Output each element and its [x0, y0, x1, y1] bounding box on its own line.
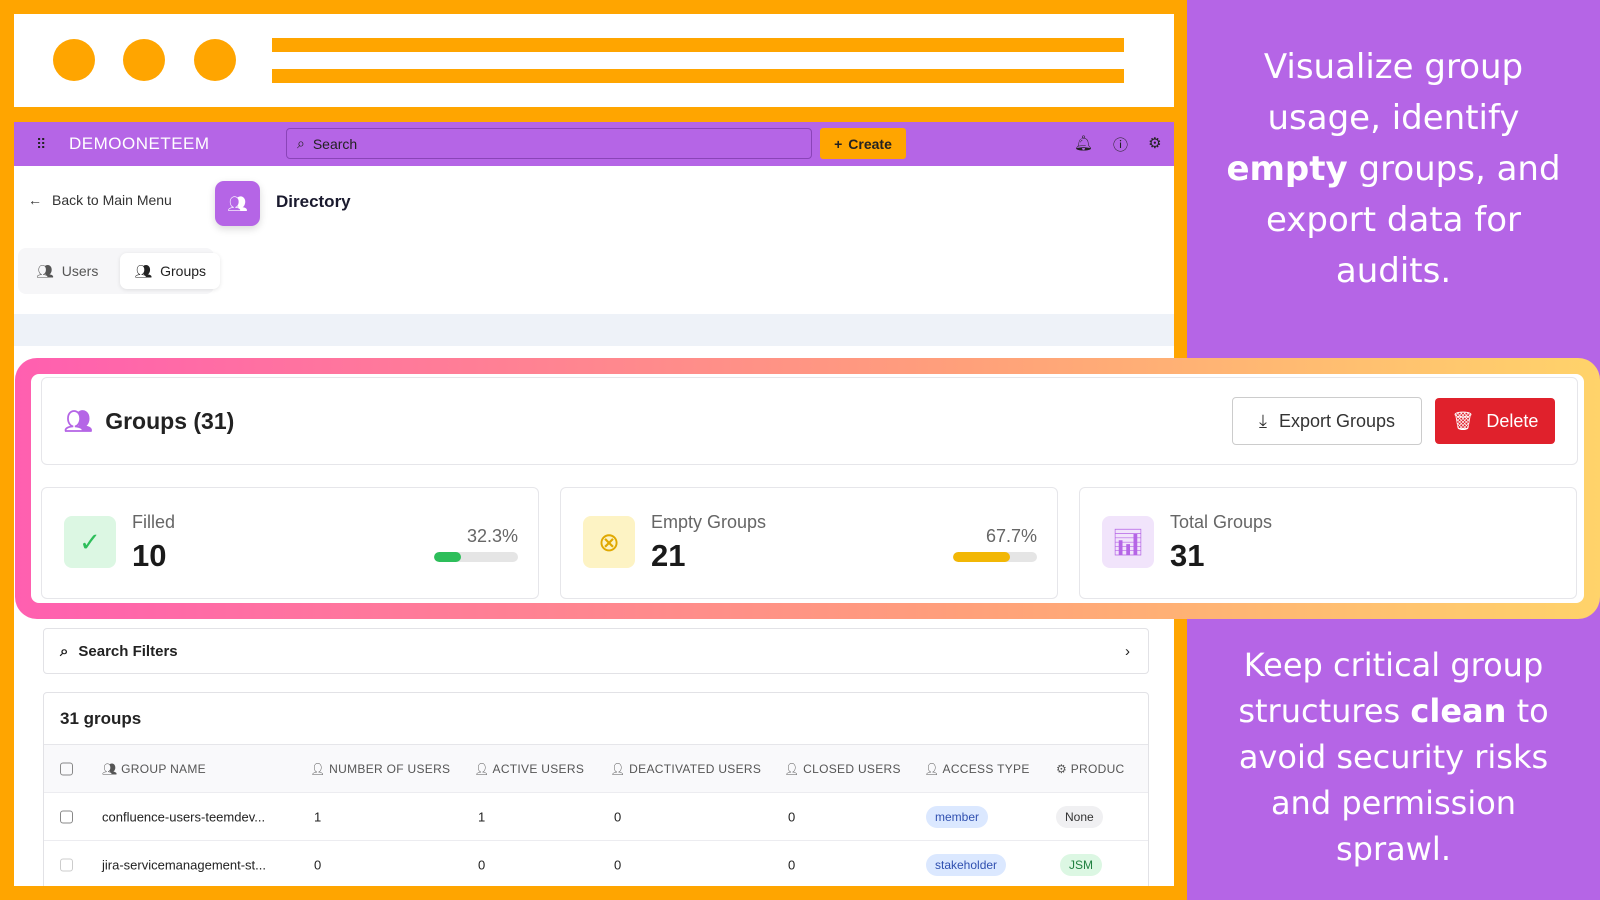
- col-product[interactable]: ⚙ PRODUC: [1056, 762, 1125, 776]
- check-circle-icon: ✓: [64, 516, 116, 568]
- col-closed-users[interactable]: 👤︎ CLOSED USERS: [784, 762, 901, 776]
- group-name[interactable]: jira-servicemanagement-st...: [102, 857, 266, 872]
- tab-users[interactable]: 👥︎ Users: [22, 253, 112, 289]
- access-badge: stakeholder: [926, 853, 1007, 876]
- tab-label: Users: [61, 263, 99, 279]
- gear-icon[interactable]: ⚙: [1148, 134, 1161, 155]
- search-icon: ⌕: [297, 135, 305, 151]
- back-label: Back to Main Menu: [52, 192, 172, 208]
- app-switcher-icon[interactable]: ⠿: [36, 136, 46, 153]
- progress-bar: [434, 552, 518, 562]
- access-badge: member: [926, 805, 989, 828]
- search-icon: ⌕: [60, 642, 69, 660]
- col-access-type[interactable]: 👤︎ ACCESS TYPE: [924, 762, 1030, 776]
- stat-filled: ✓ Filled 10 32.3%: [41, 487, 539, 599]
- number-users: 0: [314, 857, 322, 872]
- stats-highlight: 👥︎ Groups (31) ⤓ Export Groups 🗑︎ Delete ✓ …: [15, 358, 1600, 619]
- window-titlebar: [14, 14, 1174, 107]
- users-icon: 👥︎: [134, 262, 153, 279]
- table-row[interactable]: confluence-users-teemdev... 1 1 0 0 memb…: [44, 793, 1148, 841]
- closed-users: 0: [788, 857, 796, 872]
- window-dot: [194, 39, 236, 81]
- table-header: 👥︎ GROUP NAME 👤︎ NUMBER OF USERS 👤︎ ACTI…: [44, 745, 1148, 793]
- deactivated-users: 0: [614, 857, 622, 872]
- bar-chart-icon: 📊︎: [1102, 516, 1154, 568]
- filters-label: Search Filters: [78, 642, 178, 660]
- row-checkbox[interactable]: [60, 858, 73, 871]
- product-badge: JSM: [1060, 853, 1102, 876]
- stat-total: 📊︎ Total Groups 31: [1079, 487, 1577, 599]
- stat-empty: ⊗ Empty Groups 21 67.7%: [560, 487, 1058, 599]
- delete-button[interactable]: 🗑︎ Delete: [1435, 398, 1555, 444]
- page-title: Directory: [276, 192, 351, 211]
- users-icon: 👥︎: [64, 407, 94, 434]
- chevron-right-icon: ›: [1125, 642, 1130, 660]
- window-dot: [53, 39, 95, 81]
- bell-icon[interactable]: 🔔︎: [1074, 134, 1093, 155]
- group-name[interactable]: confluence-users-teemdev...: [102, 809, 265, 824]
- row-checkbox[interactable]: [60, 810, 73, 823]
- stat-value: 31: [1170, 538, 1205, 573]
- closed-users: 0: [788, 809, 796, 824]
- search-filters[interactable]: ⌕ Search Filters ›: [43, 628, 1149, 674]
- tab-bar: 👥︎ Users 👥︎ Groups: [18, 248, 221, 294]
- trash-icon: 🗑︎: [1451, 410, 1475, 431]
- groups-title: Groups (31): [105, 407, 235, 434]
- window-dot: [123, 39, 165, 81]
- back-link[interactable]: ← Back to Main Menu: [28, 192, 172, 208]
- product-badge: None: [1056, 805, 1103, 828]
- tab-groups[interactable]: 👥︎ Groups: [120, 253, 221, 289]
- progress-fill: [434, 552, 462, 562]
- active-users: 0: [478, 857, 486, 872]
- stat-label: Total Groups: [1170, 512, 1273, 532]
- stat-label: Empty Groups: [651, 512, 767, 532]
- export-label: Export Groups: [1278, 410, 1396, 431]
- groups-count: 31 groups: [44, 693, 1148, 745]
- groups-header-card: 👥︎ Groups (31) ⤓ Export Groups 🗑︎ Delete: [41, 377, 1578, 465]
- stat-percent: 67.7%: [985, 526, 1037, 546]
- create-label: Create: [848, 135, 892, 152]
- progress-bar: [953, 552, 1037, 562]
- promo-top: Visualize group usage, identify empty gr…: [1226, 47, 1561, 291]
- stat-value: 21: [651, 538, 686, 573]
- title-line: [272, 38, 1124, 52]
- promo-bottom: Keep critical group structures clean to …: [1238, 646, 1549, 868]
- stat-percent: 32.3%: [466, 526, 518, 546]
- help-icon[interactable]: ⓘ: [1113, 134, 1128, 155]
- select-all-checkbox[interactable]: [60, 762, 73, 775]
- user-icon: 👥︎: [36, 262, 54, 279]
- progress-fill: [953, 552, 1010, 562]
- col-active-users[interactable]: 👤︎ ACTIVE USERS: [474, 762, 584, 776]
- x-circle-icon: ⊗: [583, 516, 635, 568]
- col-number-users[interactable]: 👤︎ NUMBER OF USERS: [310, 762, 450, 776]
- table-row[interactable]: jira-servicemanagement-st... 0 0 0 0 sta…: [44, 841, 1148, 886]
- users-icon: 👥︎: [215, 181, 260, 226]
- arrow-left-icon: ←: [28, 192, 42, 208]
- logo[interactable]: DEMOONETEEM: [69, 134, 210, 154]
- col-deactivated-users[interactable]: 👤︎ DEACTIVATED USERS: [610, 762, 761, 776]
- col-group-name[interactable]: 👥︎ GROUP NAME: [102, 762, 206, 776]
- plus-icon: +: [834, 135, 843, 152]
- active-users: 1: [478, 809, 486, 824]
- create-button[interactable]: + Create: [820, 128, 906, 159]
- stat-value: 10: [132, 538, 167, 573]
- download-icon: ⤓: [1258, 410, 1267, 431]
- top-header: ⠿ DEMOONETEEM ⌕ Search + Create 🔔︎ ⓘ ⚙: [14, 122, 1174, 166]
- title-line: [272, 69, 1124, 83]
- groups-table: 31 groups 👥︎ GROUP NAME 👤︎ NUMBER OF USE…: [43, 692, 1149, 886]
- number-users: 1: [314, 809, 322, 824]
- deactivated-users: 0: [614, 809, 622, 824]
- search-placeholder: Search: [312, 135, 358, 152]
- stat-label: Filled: [132, 512, 176, 532]
- tab-label: Groups: [160, 263, 207, 279]
- delete-label: Delete: [1486, 410, 1539, 431]
- search-input[interactable]: ⌕ Search: [286, 128, 812, 159]
- export-groups-button[interactable]: ⤓ Export Groups: [1232, 397, 1422, 445]
- divider-band: [14, 314, 1174, 346]
